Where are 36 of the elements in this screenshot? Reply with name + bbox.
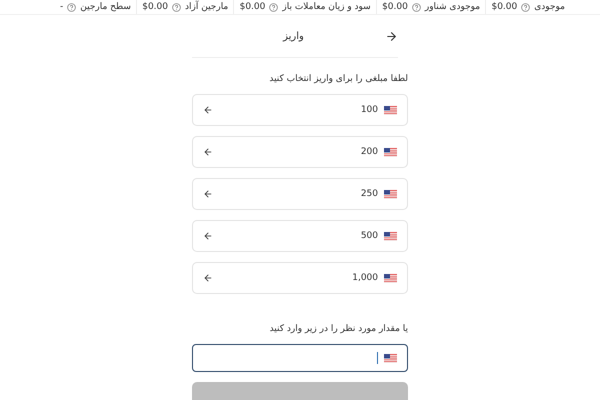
- arrow-icon: [203, 231, 213, 241]
- arrow-icon: [203, 147, 213, 157]
- amount-option[interactable]: 100: [192, 94, 408, 126]
- amount-option[interactable]: 200: [192, 136, 408, 168]
- stat-value: $0.00: [491, 2, 518, 12]
- help-icon: [172, 2, 181, 12]
- stat-label: مارجین آزاد: [185, 2, 228, 12]
- stat-label: سطح مارجین: [80, 2, 131, 12]
- page-title: واریز: [282, 30, 305, 42]
- custom-amount-label: یا مقدار مورد نظر را در زیر وارد کنید: [268, 324, 408, 334]
- flag-icon: [384, 106, 397, 114]
- back-icon[interactable]: [385, 30, 398, 42]
- arrow-icon: [203, 189, 213, 199]
- flag-icon: [384, 232, 397, 240]
- arrow-icon: [203, 105, 213, 115]
- help-icon: [521, 2, 530, 12]
- stat-value: -: [60, 2, 64, 12]
- stat-label: موجودی: [534, 2, 565, 12]
- prompt-text: لطفا مبلغی را برای واریز انتخاب کنید: [268, 74, 408, 84]
- stat-label: موجودی شناور: [424, 2, 480, 12]
- amount-option[interactable]: 500: [192, 220, 408, 252]
- flag-icon: [384, 148, 397, 156]
- flag-icon: [384, 274, 397, 282]
- stat-value: $0.00: [142, 2, 168, 12]
- help-icon: [412, 2, 421, 12]
- amount-input[interactable]: [192, 344, 408, 372]
- stat-value: $0.00: [382, 2, 408, 12]
- amount-option[interactable]: 250: [192, 178, 408, 210]
- flag-icon: [384, 354, 397, 362]
- help-icon: [67, 2, 76, 12]
- help-icon: [269, 2, 278, 12]
- arrow-icon: [203, 273, 213, 283]
- stat-label: سود و زیان معاملات باز: [282, 2, 371, 12]
- amount-option[interactable]: 1,000: [192, 262, 408, 294]
- flag-icon: [384, 190, 397, 198]
- stat-value: $0.00: [240, 2, 266, 12]
